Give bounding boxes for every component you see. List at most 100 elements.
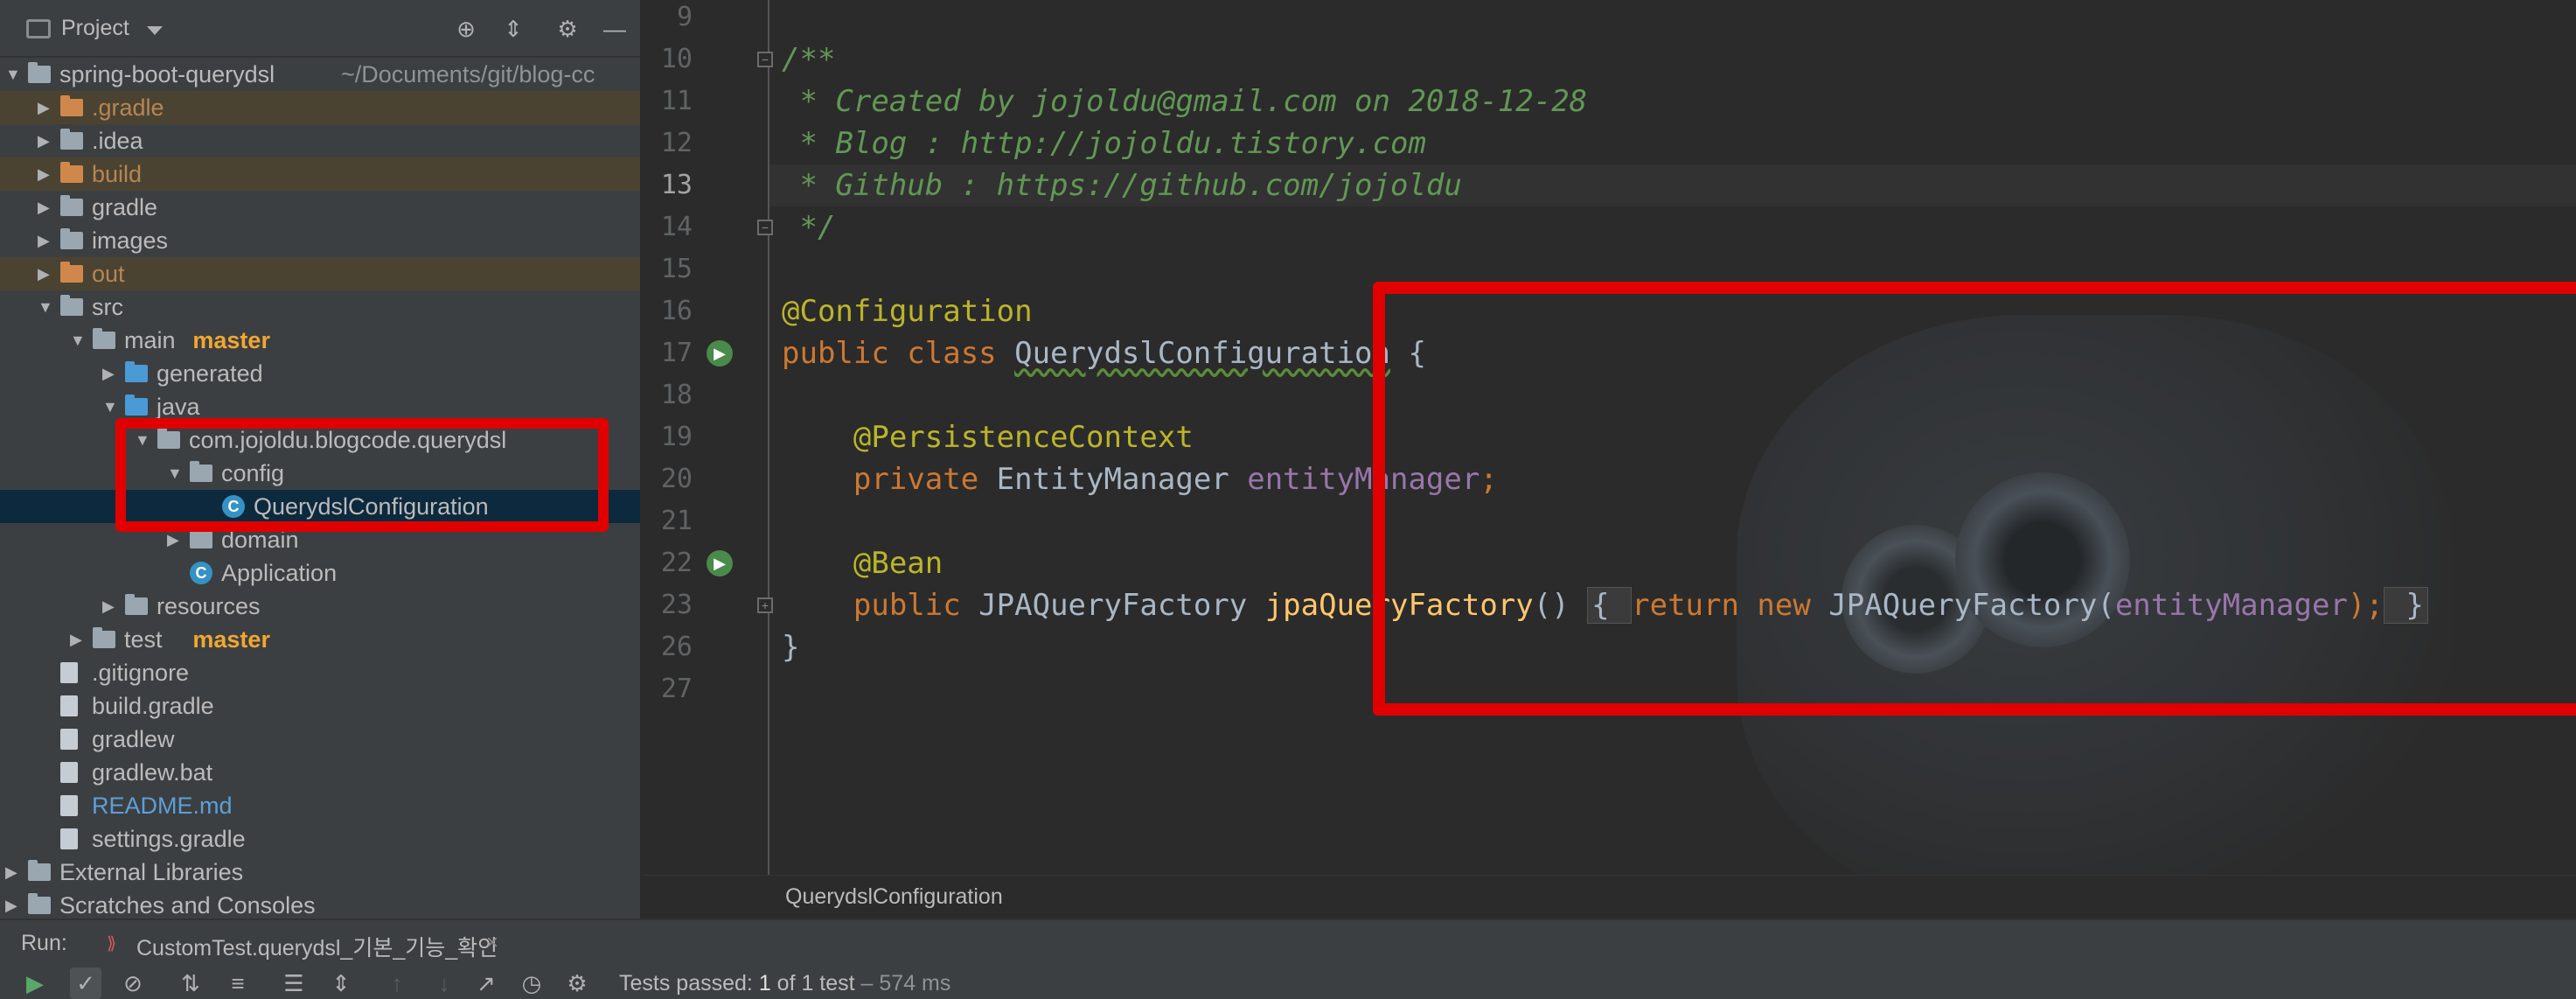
chevron-right-icon[interactable]: ▶: [38, 224, 55, 257]
chevron-right-icon[interactable]: ▶: [5, 889, 23, 919]
file-icon: [60, 795, 78, 816]
export-icon[interactable]: ↗: [470, 968, 502, 999]
chevron-down-icon[interactable]: ▼: [5, 58, 23, 91]
code-line[interactable]: * Github : https://github.com/jojoldu: [769, 164, 2576, 206]
close-icon[interactable]: ×: [486, 931, 498, 955]
up-icon[interactable]: ↑: [381, 968, 413, 999]
tree-item[interactable]: ▶ .gradle: [0, 91, 640, 124]
code-editor[interactable]: 9 10 11 12 13 14 15 16 17 18 19 20 21 22 23 26 27 /** * …: [644, 0, 2576, 919]
sort-duration-icon[interactable]: ≡: [222, 968, 254, 999]
line-number: 16: [660, 296, 693, 326]
tree-item[interactable]: ▼ spring-boot-querydsl ~/Documents/git/blo…: [0, 58, 640, 91]
play-icon[interactable]: ▶: [19, 968, 51, 999]
code-line[interactable]: @Configuration: [782, 290, 1033, 332]
tree-item[interactable]: build.gradle: [0, 689, 640, 723]
tree-item[interactable]: C Application: [0, 556, 640, 590]
folder-icon: [60, 129, 83, 150]
code-line[interactable]: * Blog : http://jojoldu.tistory.com: [782, 122, 1426, 164]
code-line[interactable]: }: [782, 626, 799, 668]
tree-item[interactable]: ▼ src: [0, 290, 640, 324]
tree-item-label: settings.gradle: [92, 826, 246, 852]
chevron-down-icon[interactable]: [147, 26, 163, 35]
folder-icon: [60, 262, 83, 283]
chevron-right-icon[interactable]: ▶: [102, 590, 120, 623]
tree-item[interactable]: gradlew: [0, 723, 640, 756]
sort-alpha-icon[interactable]: ⇅: [175, 968, 206, 999]
chevron-down-icon[interactable]: ▼: [70, 324, 87, 357]
run-tab[interactable]: CustomTest.querydsl_기본_기능_확인: [136, 931, 498, 962]
tree-item[interactable]: ▶ .idea: [0, 124, 640, 157]
tree-item[interactable]: .gitignore: [0, 656, 640, 689]
chevron-right-icon[interactable]: ▶: [38, 124, 55, 157]
tree-item[interactable]: ▼ main master: [0, 324, 640, 357]
tree-item-label: gradlew.bat: [92, 759, 213, 786]
tree-item[interactable]: ▶ gradle: [0, 191, 640, 224]
chevron-right-icon[interactable]: ▶: [38, 91, 55, 124]
tree-item[interactable]: ▶ Scratches and Consoles: [0, 889, 640, 919]
code-token: @PersistenceContext: [853, 420, 1194, 455]
tree-item[interactable]: ▶ test master: [0, 623, 640, 656]
tree-item[interactable]: ▶ External Libraries: [0, 856, 640, 889]
spring-bean-icon[interactable]: ▶: [707, 340, 733, 367]
line-number: 12: [660, 128, 693, 158]
file-icon: [60, 828, 78, 849]
settings-icon[interactable]: ⚙: [561, 968, 593, 999]
breadcrumb-class[interactable]: QuerydslConfiguration: [785, 884, 1003, 910]
chevron-down-icon[interactable]: ▼: [38, 290, 55, 324]
tree-item[interactable]: ▶ out: [0, 257, 640, 290]
collapse-all-icon[interactable]: ⇕: [325, 968, 357, 999]
expand-all-icon[interactable]: ☰: [278, 968, 310, 999]
tree-item[interactable]: ▶ resources: [0, 590, 640, 623]
gear-icon[interactable]: ⚙: [553, 14, 582, 44]
project-view-selector[interactable]: Project: [61, 16, 129, 41]
file-icon: [60, 729, 78, 750]
minimize-icon[interactable]: —: [600, 14, 630, 44]
tree-item-label: README.md: [92, 793, 233, 819]
tree-item[interactable]: ▶ images: [0, 224, 640, 257]
tree-item[interactable]: README.md: [0, 789, 640, 822]
line-number: 20: [660, 464, 693, 494]
fold-icon[interactable]: +: [757, 597, 773, 613]
git-branch-label: master: [192, 327, 270, 353]
down-icon[interactable]: ↓: [428, 968, 460, 999]
fold-icon[interactable]: −: [757, 220, 773, 235]
editor-gutter[interactable]: 9 10 11 12 13 14 15 16 17 18 19 20 21 22 23 26 27: [644, 0, 768, 875]
tree-item[interactable]: settings.gradle: [0, 822, 640, 856]
line-number: 10: [660, 44, 693, 74]
code-line[interactable]: @Bean: [782, 542, 943, 584]
code-line[interactable]: * Created by jojoldu@gmail.com on 2018-1…: [782, 80, 1587, 122]
chevron-right-icon[interactable]: ▶: [5, 856, 23, 889]
chevron-right-icon[interactable]: ▶: [102, 357, 120, 390]
tree-item[interactable]: ▶ build: [0, 157, 640, 191]
folder-icon: [60, 228, 83, 249]
code-line[interactable]: public class QuerydslConfiguration {: [782, 332, 1426, 374]
stop-icon[interactable]: ⊘: [117, 968, 149, 999]
tree-item-label: images: [92, 227, 169, 254]
chevron-right-icon[interactable]: ▶: [70, 623, 87, 656]
history-icon[interactable]: ◷: [516, 968, 547, 999]
code-line[interactable]: /**: [782, 38, 835, 80]
crosshair-icon[interactable]: ⊕: [451, 14, 481, 44]
code-token: * Blog : http://jojoldu.tistory.com: [782, 126, 1426, 161]
tree-item[interactable]: ▶ generated: [0, 357, 640, 390]
chevron-right-icon[interactable]: ▶: [38, 191, 55, 224]
chevron-right-icon[interactable]: ▶: [38, 257, 55, 290]
run-label: Run:: [21, 931, 67, 955]
tree-item-label: test: [124, 626, 163, 653]
line-number: 19: [660, 422, 693, 452]
gutter-divider: [768, 0, 769, 875]
editor-breadcrumb: QuerydslConfiguration: [644, 875, 2576, 919]
folder-icon: [60, 295, 83, 316]
tree-item[interactable]: gradlew.bat: [0, 756, 640, 789]
code-line[interactable]: @PersistenceContext: [782, 416, 1194, 458]
code-line[interactable]: */: [782, 206, 835, 248]
collapse-icon[interactable]: ⇕: [498, 14, 528, 44]
tree-item-label: out: [92, 261, 125, 287]
chevron-right-icon[interactable]: ▶: [38, 157, 55, 191]
spring-bean-icon[interactable]: ▶: [707, 550, 733, 576]
fold-icon[interactable]: −: [757, 52, 773, 67]
tree-item-label: .idea: [92, 128, 143, 154]
check-icon[interactable]: ✓: [70, 968, 101, 999]
tree-item-label: gradlew: [92, 726, 175, 752]
